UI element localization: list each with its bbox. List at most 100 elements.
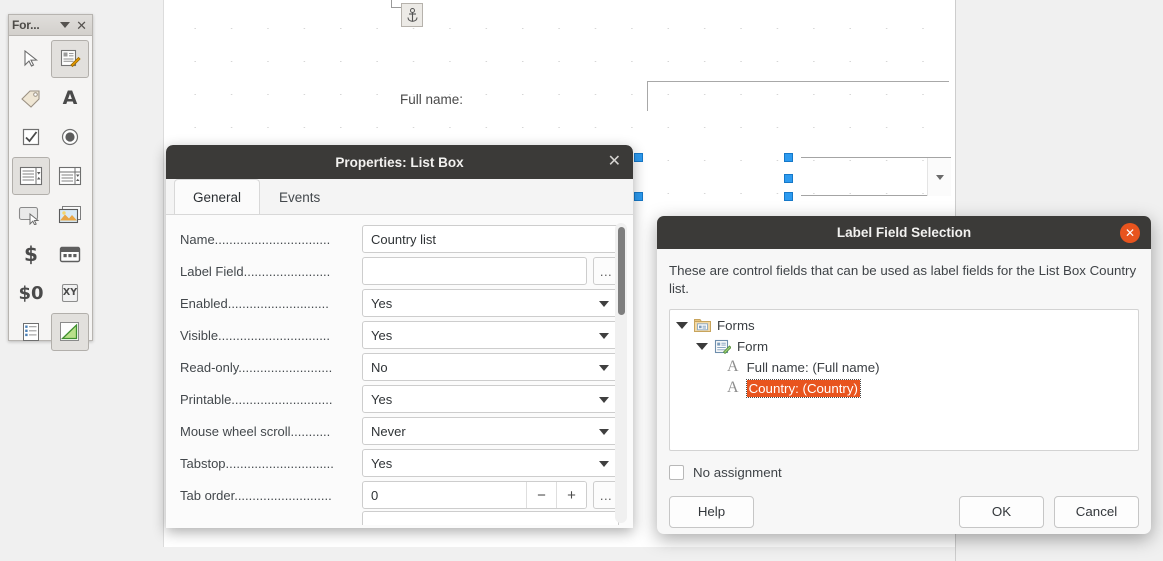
label-field-selection-footer: Help OK Cancel <box>669 496 1139 528</box>
name-input[interactable] <box>362 225 619 253</box>
text-box-tool[interactable]: A <box>51 79 89 117</box>
canvas-fullname-label: Full name: <box>400 92 463 107</box>
printable-select[interactable]: Yes <box>362 385 619 413</box>
no-assignment-checkbox[interactable] <box>669 465 684 480</box>
tab-order-increment-button[interactable]: + <box>556 482 586 508</box>
triangle-down-icon[interactable] <box>676 322 688 329</box>
chevron-down-icon <box>599 365 609 371</box>
tabstop-select[interactable]: Yes <box>362 449 619 477</box>
close-icon[interactable]: ✕ <box>74 19 89 32</box>
label-field-selection-title: Label Field Selection <box>837 225 971 240</box>
properties-tabs: General Events <box>166 179 633 215</box>
enabled-value: Yes <box>371 296 392 311</box>
selection-handle-tr[interactable] <box>634 153 643 162</box>
toolbar-titlebar[interactable]: For... ✕ <box>9 15 92 36</box>
tab-order-stepper[interactable]: 0 − + <box>362 481 587 509</box>
property-row-enabled: Enabled............................ Yes <box>166 287 633 319</box>
form-controls-toolbar[interactable]: For... ✕ <box>8 14 93 341</box>
label-field-tree[interactable]: Forms F <box>669 309 1139 451</box>
tree-node-label: Forms <box>717 318 755 333</box>
more-controls-tool[interactable] <box>51 313 89 351</box>
ok-button[interactable]: OK <box>959 496 1044 528</box>
property-row-visible: Visible............................... Y… <box>166 319 633 351</box>
listbox-dropdown-area[interactable] <box>927 158 951 196</box>
read-only-select[interactable]: No <box>362 353 619 381</box>
property-label: Tab order........................... <box>180 488 362 503</box>
enabled-select[interactable]: Yes <box>362 289 619 317</box>
triangle-down-icon[interactable] <box>696 343 708 350</box>
visible-select[interactable]: Yes <box>362 321 619 349</box>
label-field-input[interactable] <box>362 257 587 285</box>
label-field-selection-dialog[interactable]: Label Field Selection ✕ These are contro… <box>657 216 1151 534</box>
design-mode-tool[interactable] <box>51 40 89 78</box>
properties-dialog[interactable]: Properties: List Box ✕ General Events Na… <box>166 145 633 528</box>
image-button-tool[interactable] <box>51 196 89 234</box>
tree-node-full-name[interactable]: A Full name: (Full name) <box>674 357 1134 378</box>
properties-dialog-title: Properties: List Box <box>335 155 463 170</box>
push-button-tool[interactable] <box>12 196 50 234</box>
formatted-field-tool[interactable]: $0 <box>12 274 50 312</box>
property-label: Tabstop.............................. <box>180 456 362 471</box>
document-left-gutter <box>155 0 164 561</box>
dollar-zero-icon: $0 <box>18 283 43 304</box>
chevron-down-icon <box>936 175 944 180</box>
close-icon[interactable]: ✕ <box>608 154 621 170</box>
mouse-wheel-scroll-select[interactable]: Never <box>362 417 619 445</box>
numeric-field-tool[interactable]: XY <box>51 274 89 312</box>
currency-field-tool[interactable]: $ <box>12 235 50 273</box>
properties-scrollbar-thumb[interactable] <box>618 227 625 315</box>
tree-node-form[interactable]: Form <box>674 336 1134 357</box>
selection-handle-bl[interactable] <box>784 192 793 201</box>
visible-value: Yes <box>371 328 392 343</box>
properties-dialog-titlebar: Properties: List Box ✕ <box>166 145 633 179</box>
app-root: Full name: For... ✕ <box>0 0 1163 561</box>
selection-handle-tl[interactable] <box>784 153 793 162</box>
tree-node-label: Form <box>737 339 768 354</box>
chevron-down-icon[interactable] <box>60 22 70 28</box>
next-property-input-partial[interactable] <box>362 511 619 525</box>
property-label: Enabled............................ <box>180 296 362 311</box>
tree-node-country[interactable]: A Country: (Country) <box>674 378 1134 399</box>
selection-handle-br[interactable] <box>634 192 643 201</box>
tab-order-value[interactable]: 0 <box>363 482 526 508</box>
property-row-name: Name................................ <box>166 223 633 255</box>
select-tool[interactable] <box>12 40 50 78</box>
no-assignment-label: No assignment <box>693 465 782 480</box>
option-button-tool[interactable] <box>51 118 89 156</box>
check-box-tool[interactable] <box>12 118 50 156</box>
property-row-tab-order: Tab order........................... 0 −… <box>166 479 633 511</box>
tab-general[interactable]: General <box>174 179 260 214</box>
dollar-sign-icon: $ <box>24 242 38 266</box>
canvas-country-listbox[interactable] <box>801 157 951 196</box>
chevron-down-icon <box>599 301 609 307</box>
cancel-button[interactable]: Cancel <box>1054 496 1139 528</box>
anchor-icon[interactable] <box>401 3 423 27</box>
property-label: Visible............................... <box>180 328 362 343</box>
canvas-fullname-textbox[interactable] <box>647 81 949 111</box>
tabstop-value: Yes <box>371 456 392 471</box>
tab-order-decrement-button[interactable]: − <box>526 482 556 508</box>
table-control-tool[interactable] <box>12 313 50 351</box>
property-row-tabstop: Tabstop.............................. Ye… <box>166 447 633 479</box>
close-icon[interactable]: ✕ <box>1120 223 1140 243</box>
no-assignment-row[interactable]: No assignment <box>669 465 1139 480</box>
list-box-tool[interactable] <box>12 157 50 195</box>
property-label: Printable............................ <box>180 392 362 407</box>
date-field-tool[interactable] <box>51 235 89 273</box>
property-row-printable: Printable............................ Ye… <box>166 383 633 415</box>
toolbar-button-grid: A <box>9 36 92 355</box>
property-row-next-partial <box>166 511 633 525</box>
letter-a-icon: A <box>727 359 739 375</box>
document-bottom-gutter <box>163 547 955 561</box>
property-label: Name................................ <box>180 232 362 247</box>
help-button[interactable]: Help <box>669 496 754 528</box>
properties-scrollbar[interactable] <box>615 223 627 523</box>
tab-events[interactable]: Events <box>260 179 339 214</box>
tree-node-forms[interactable]: Forms <box>674 315 1134 336</box>
property-label: Read-only.......................... <box>180 360 362 375</box>
combo-box-tool[interactable] <box>51 157 89 195</box>
label-field-tool[interactable] <box>12 79 50 117</box>
tree-node-label-selected: Country: (Country) <box>747 380 860 397</box>
selection-handle-ml[interactable] <box>784 174 793 183</box>
svg-text:XY: XY <box>63 287 77 298</box>
